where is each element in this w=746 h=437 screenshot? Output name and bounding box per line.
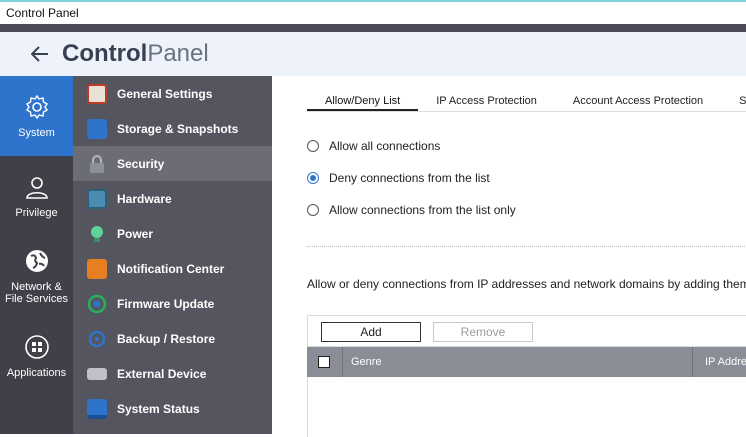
tab-bar: Allow/Deny List IP Access Protection Acc… xyxy=(307,90,746,112)
nav-item-label: System xyxy=(18,126,55,139)
power-bulb-icon xyxy=(87,224,107,244)
sidebar-item-security[interactable]: Security xyxy=(73,146,272,181)
app-header: ControlPanel xyxy=(0,32,746,76)
nav-item-system[interactable]: System xyxy=(0,76,73,156)
table-body xyxy=(307,377,746,437)
column-separator xyxy=(342,347,343,377)
lock-icon xyxy=(87,154,107,174)
nav-item-network[interactable]: Network & File Services xyxy=(0,236,73,316)
sidebar-item-label: Backup / Restore xyxy=(117,331,216,346)
sidebar-item-general-settings[interactable]: General Settings xyxy=(73,76,272,111)
radio-label: Deny connections from the list xyxy=(329,171,490,185)
gear-icon xyxy=(24,94,50,123)
tab-ip-access-protection[interactable]: IP Access Protection xyxy=(418,90,555,111)
sidebar-item-hardware[interactable]: Hardware xyxy=(73,181,272,216)
sidebar-item-label: Storage & Snapshots xyxy=(117,121,239,136)
tab-allow-deny-list[interactable]: Allow/Deny List xyxy=(307,90,419,111)
left-nav: System Privilege Network & File Services… xyxy=(0,76,73,434)
sidebar-item-label: System Status xyxy=(117,401,200,416)
radio-button[interactable] xyxy=(307,140,319,152)
main-content: Allow/Deny List IP Access Protection Acc… xyxy=(272,76,746,437)
table-header: Genre IP Addre xyxy=(307,347,746,377)
page-title-light: Panel xyxy=(147,40,209,67)
sidebar-item-power[interactable]: Power xyxy=(73,216,272,251)
column-separator xyxy=(692,347,693,377)
tab-account-access-protection[interactable]: Account Access Protection xyxy=(555,90,721,111)
window-strip xyxy=(0,24,746,32)
page-title-bold: Control xyxy=(62,40,148,67)
page-title: ControlPanel xyxy=(62,40,209,68)
remove-button[interactable]: Remove xyxy=(433,322,533,342)
external-device-icon xyxy=(87,367,107,380)
radio-allow-all[interactable]: Allow all connections xyxy=(307,139,440,153)
tab-more[interactable]: S xyxy=(721,90,746,111)
user-icon xyxy=(24,174,50,203)
nav-item-label: Network & File Services xyxy=(5,280,68,305)
sidebar-item-firmware[interactable]: Firmware Update xyxy=(73,286,272,321)
sidebar-item-system-status[interactable]: System Status xyxy=(73,391,272,426)
window-titlebar: Control Panel xyxy=(0,0,746,24)
sub-nav: General Settings Storage & Snapshots Sec… xyxy=(73,76,272,434)
sidebar-item-notification[interactable]: Notification Center xyxy=(73,251,272,286)
sidebar-item-label: Security xyxy=(117,156,165,171)
sidebar-item-label: Power xyxy=(117,226,154,241)
radio-label: Allow connections from the list only xyxy=(329,203,516,217)
list-toolbar: Add Remove xyxy=(307,315,746,347)
nav-item-applications[interactable]: Applications xyxy=(0,316,73,396)
sidebar-item-label: Firmware Update xyxy=(117,296,215,311)
backup-icon xyxy=(87,329,107,349)
sidebar-item-external-device[interactable]: External Device xyxy=(73,356,272,391)
section-divider xyxy=(307,246,746,247)
select-all-checkbox[interactable] xyxy=(318,356,330,368)
sidebar-item-label: Notification Center xyxy=(117,261,225,276)
sidebar-item-label: Hardware xyxy=(117,191,172,206)
radio-deny-list[interactable]: Deny connections from the list xyxy=(307,171,490,185)
notification-icon xyxy=(87,258,107,279)
nav-item-label: Privilege xyxy=(15,206,58,219)
radio-button[interactable] xyxy=(307,204,319,216)
window-title: Control Panel xyxy=(6,6,79,20)
radio-button[interactable] xyxy=(307,172,319,184)
sidebar-item-storage[interactable]: Storage & Snapshots xyxy=(73,111,272,146)
sidebar-item-label: General Settings xyxy=(117,86,213,101)
storage-icon xyxy=(87,118,107,139)
apps-grid-icon xyxy=(24,334,50,363)
description-text: Allow or deny connections from IP addres… xyxy=(307,277,746,291)
nav-item-label: Applications xyxy=(6,366,67,379)
system-status-icon xyxy=(87,398,107,419)
radio-label: Allow all connections xyxy=(329,139,441,153)
globe-icon xyxy=(24,248,50,277)
sidebar-item-backup[interactable]: Backup / Restore xyxy=(73,321,272,356)
arrow-left-icon[interactable] xyxy=(28,42,52,66)
column-header-ip-address[interactable]: IP Addre xyxy=(705,347,746,377)
add-button[interactable]: Add xyxy=(321,322,421,342)
nav-item-privilege[interactable]: Privilege xyxy=(0,156,73,236)
radio-allow-list-only[interactable]: Allow connections from the list only xyxy=(307,203,516,217)
column-header-genre[interactable]: Genre xyxy=(351,347,382,377)
general-settings-icon xyxy=(87,83,107,104)
hardware-icon xyxy=(87,188,107,209)
sidebar-item-label: External Device xyxy=(117,366,207,381)
firmware-icon xyxy=(87,294,107,314)
